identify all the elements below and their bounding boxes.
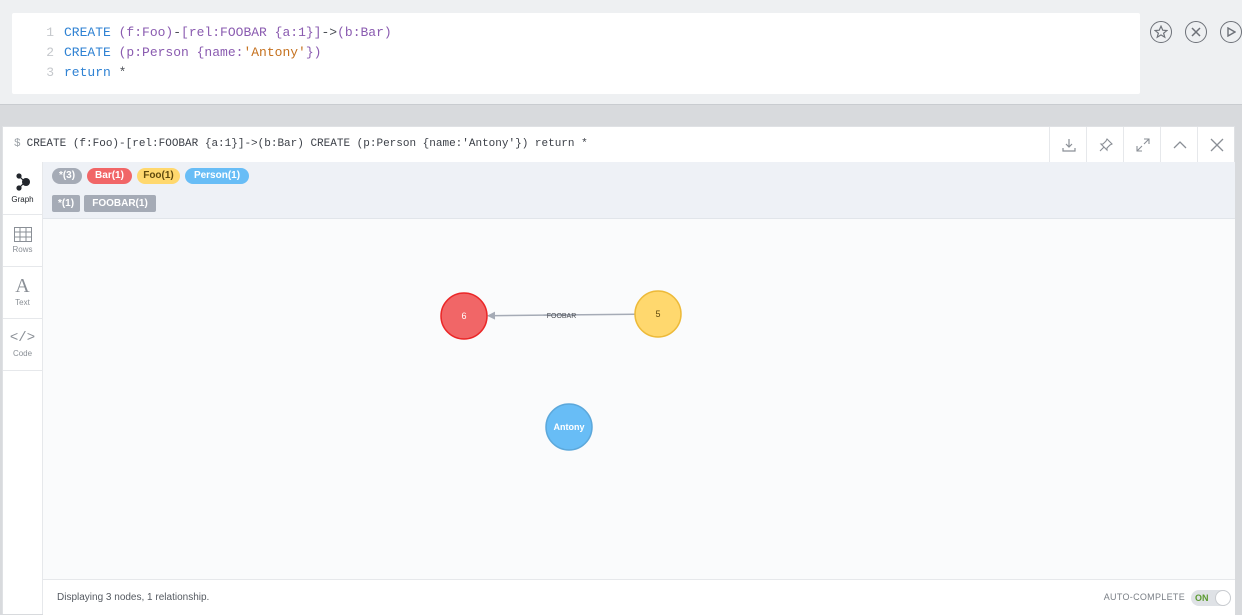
table-icon [13,226,32,242]
editor-frame: 1 CREATE (f:Foo)-[rel:FOOBAR {a:1}]->(b:B… [0,0,1242,105]
pin-icon [1099,137,1113,151]
label-pill[interactable]: Bar(1) [87,168,132,184]
close-frame-button[interactable] [1197,127,1235,162]
code-line[interactable]: 2 CREATE (p:Person {name:'Antony'}) [12,43,321,63]
graph-canvas[interactable]: FOOBAR 6 5 Antony [43,219,1235,579]
code-token: [rel:FOOBAR {a:1}] [181,25,322,40]
code-token: CREATE [64,45,111,60]
node-label-legend: *(3) Bar(1) Foo(1) Person(1) [43,162,1235,191]
text-icon: A [15,275,30,297]
code-line[interactable]: 3 return * [12,63,126,83]
close-icon [1191,27,1201,37]
frame-query-text: CREATE (f:Foo)-[rel:FOOBAR {a:1}]->(b:Ba… [26,138,588,150]
chevron-up-icon [1173,140,1186,148]
code-token: 'Antony' [243,45,306,60]
code-token: (f:Foo) [110,25,174,40]
code-token: -> [321,25,338,40]
tab-graph[interactable]: Graph [3,162,42,215]
play-icon [1227,27,1236,37]
graph-icon [15,173,30,191]
toggle-state: ON [1195,593,1209,603]
favorite-button[interactable] [1150,21,1172,43]
autocomplete-toggle[interactable]: ON [1191,590,1231,606]
tab-rows-label: Rows [12,244,33,254]
tab-text-label: Text [15,298,30,307]
status-bar: Displaying 3 nodes, 1 relationship. AUTO… [43,579,1235,615]
line-number: 1 [46,25,54,40]
collapse-button[interactable] [1160,127,1198,162]
code-token: }) [305,45,322,60]
relationship-label: FOOBAR [547,313,577,320]
tab-code[interactable]: </> Code [3,318,42,371]
run-button[interactable] [1220,21,1242,43]
download-icon [1061,138,1076,152]
node-caption: 5 [655,309,660,319]
line-number: 3 [46,65,54,80]
close-icon [1210,138,1223,151]
tab-rows[interactable]: Rows [3,214,42,267]
code-line[interactable]: 1 CREATE (f:Foo)-[rel:FOOBAR {a:1}]->(b:B… [12,23,392,43]
prompt-symbol: $ [14,138,21,150]
label-pill[interactable]: *(3) [52,168,82,184]
tab-graph-label: Graph [11,195,34,204]
star-icon [1154,25,1168,39]
code-token: CREATE [64,25,111,40]
export-button[interactable] [1049,127,1087,162]
status-text: Displaying 3 nodes, 1 relationship. [57,592,210,603]
code-token: * [110,65,127,80]
label-pill[interactable]: Foo(1) [137,168,180,184]
code-icon: </> [9,330,36,346]
code-token: (b:Bar) [337,25,392,40]
relationship-tag[interactable]: *(1) [52,195,80,212]
relationship-type-legend: *(1) FOOBAR(1) [43,190,1235,219]
expand-icon [1135,137,1150,152]
frame-toolbar [1049,127,1234,162]
frame-query[interactable]: $ CREATE (f:Foo)-[rel:FOOBAR {a:1}]->(b:B… [14,127,588,162]
fullscreen-button[interactable] [1123,127,1161,162]
result-frame: $ CREATE (f:Foo)-[rel:FOOBAR {a:1}]->(b:B… [2,126,1235,615]
node-caption: 6 [461,311,466,321]
code-token: - [173,25,182,40]
pin-button[interactable] [1086,127,1124,162]
label-pill[interactable]: Person(1) [185,168,249,184]
autocomplete-label: AUTO-COMPLETE [1103,592,1185,602]
frame-header: $ CREATE (f:Foo)-[rel:FOOBAR {a:1}]->(b:B… [3,127,1234,163]
tab-text[interactable]: A Text [3,266,42,319]
relationship-tag[interactable]: FOOBAR(1) [84,195,156,212]
code-token: return [64,65,111,80]
node-caption: Antony [554,422,585,432]
clear-button[interactable] [1185,21,1207,43]
line-number: 2 [46,45,54,60]
graph-svg[interactable]: FOOBAR 6 5 Antony [43,219,1235,579]
relationship-arrowhead [486,311,496,320]
toggle-knob [1215,590,1231,606]
tab-code-label: Code [12,349,33,358]
query-editor[interactable]: 1 CREATE (f:Foo)-[rel:FOOBAR {a:1}]->(b:B… [12,13,1140,94]
view-sidebar: Graph Rows A Text </> Code [3,162,43,614]
code-token: (p:Person {name: [110,45,244,60]
